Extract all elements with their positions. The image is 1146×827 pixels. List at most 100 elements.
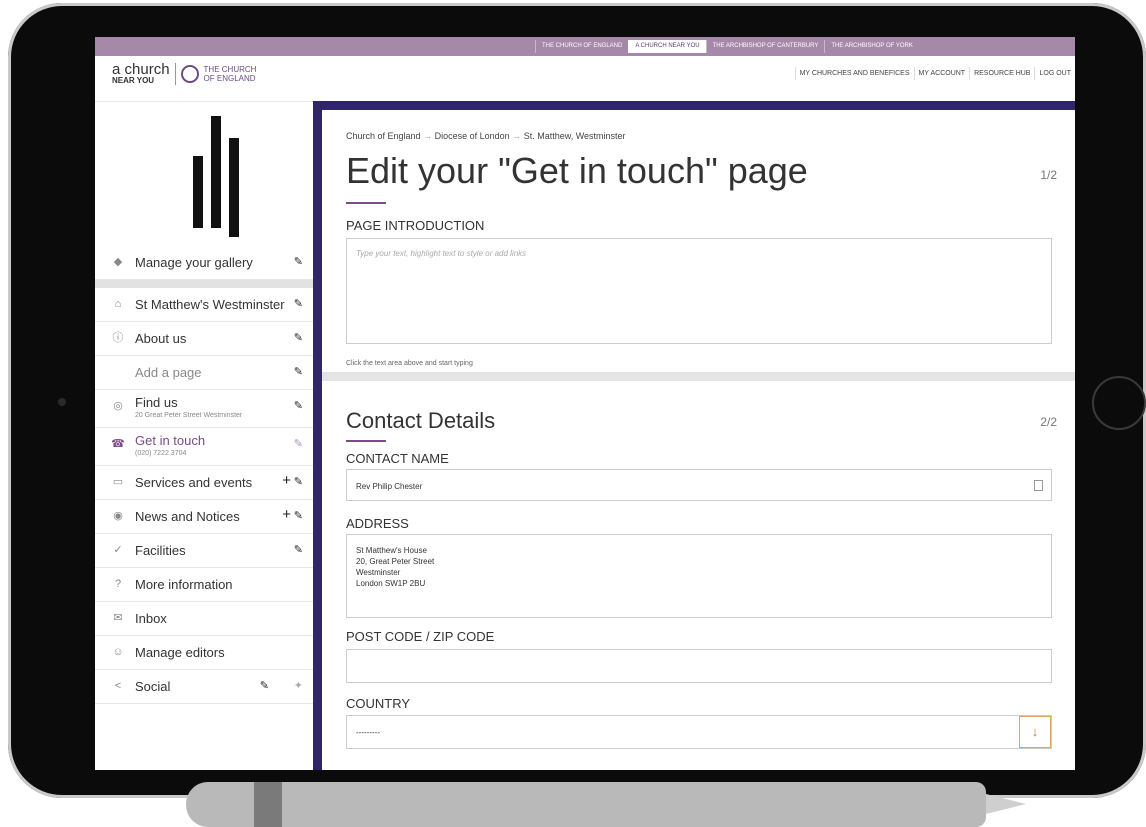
nav-log-out[interactable]: LOG OUT <box>1034 67 1075 80</box>
pencil-icon[interactable]: ✎ <box>294 255 303 268</box>
address-line: St Matthew's House <box>356 546 427 555</box>
contact-name-label: CONTACT NAME <box>346 451 449 466</box>
country-value: --------- <box>356 728 380 737</box>
contact-panel: Contact Details 2/2 CONTACT NAME Rev Phi… <box>322 381 1075 770</box>
user-circle-icon: ☺ <box>112 646 124 658</box>
breadcrumb-item[interactable]: Church of England <box>346 131 421 141</box>
twitter-icon[interactable]: ✦ <box>294 679 303 692</box>
tablet-camera <box>58 398 66 406</box>
breadcrumb: Church of England → Diocese of London → … <box>346 131 626 141</box>
site-header: a church NEAR YOU THE CHURCH OF ENGLAND MY… <box>95 56 1075 102</box>
question-icon: ? <box>114 578 122 590</box>
intro-placeholder: Type your text, highlight text to style … <box>356 249 527 258</box>
sidebar-item-label: Inbox <box>135 611 167 626</box>
sidebar-item-add-page[interactable]: Add a page ✎ <box>95 356 313 390</box>
breadcrumb-sep: → <box>423 131 433 141</box>
sidebar-item-more-info[interactable]: ? More information <box>95 568 313 602</box>
plus-icon[interactable]: + <box>282 472 291 489</box>
intro-hint: Click the text area above and start typi… <box>346 360 473 367</box>
sidebar-item-sub: (020) 7222 3704 <box>135 450 187 457</box>
breadcrumb-item[interactable]: St. Matthew, Westminster <box>524 131 626 141</box>
pencil-icon[interactable]: ✎ <box>260 679 269 692</box>
sidebar-item-social[interactable]: < Social ✎ ✦ <box>95 670 313 704</box>
section-divider <box>322 372 1075 381</box>
logo-near-you: NEAR YOU <box>112 76 155 85</box>
sidebar-item-inbox[interactable]: ✉ Inbox <box>95 602 313 636</box>
pencil-icon[interactable]: ✎ <box>294 399 303 412</box>
breadcrumb-sep: → <box>512 131 522 141</box>
sidebar-item-about[interactable]: ⓘ About us ✎ <box>95 322 313 356</box>
country-select[interactable]: --------- ↓ <box>346 715 1052 749</box>
sidebar: ◆ Manage your gallery ✎ ⌂ St Matthew's W… <box>95 102 313 770</box>
pencil-icon[interactable]: ✎ <box>294 297 303 310</box>
screen: THE CHURCH OF ENGLAND A CHURCH NEAR YOU … <box>95 37 1075 770</box>
postcode-value <box>347 650 1051 661</box>
pencil-icon[interactable]: ✎ <box>294 331 303 344</box>
sidebar-item-label: Manage your gallery <box>135 255 253 270</box>
sidebar-item-services[interactable]: ▭ Services and events + ✎ <box>95 466 313 500</box>
sidebar-item-find-us[interactable]: ◎ Find us 20 Great Peter Street Westmins… <box>95 390 313 428</box>
sidebar-item-get-in-touch[interactable]: ☎ Get in touch (020) 7222 3704 ✎ <box>95 428 313 466</box>
sidebar-item-label: St Matthew's Westminster <box>135 297 285 312</box>
site-logo[interactable]: a church NEAR YOU THE CHURCH OF ENGLAND <box>112 62 256 85</box>
envelope-icon: ✉ <box>113 612 123 624</box>
breadcrumb-item[interactable]: Diocese of London <box>435 131 510 141</box>
plus-icon[interactable]: + <box>282 506 291 523</box>
contact-card-icon <box>1034 480 1043 491</box>
user-nav: MY CHURCHES AND BENEFICES MY ACCOUNT RES… <box>794 67 1075 80</box>
contact-name-value: Rev Philip Chester <box>356 482 423 491</box>
title-underline <box>346 202 386 204</box>
contact-name-input[interactable]: Rev Philip Chester <box>346 469 1052 501</box>
nav-resource-hub[interactable]: RESOURCE HUB <box>969 67 1034 80</box>
logo-coe-line2: OF ENGLAND <box>203 73 256 83</box>
sidebar-item-label: About us <box>135 331 187 346</box>
section-title: Contact Details <box>346 408 496 433</box>
home-icon: ⌂ <box>114 298 122 310</box>
pencil-icon[interactable]: ✎ <box>294 475 303 488</box>
pencil-icon[interactable]: ✎ <box>294 543 303 556</box>
page-title: Edit your "Get in touch" page <box>346 150 808 191</box>
main-content: Church of England → Diocese of London → … <box>313 101 1075 770</box>
top-link-acny[interactable]: A CHURCH NEAR YOU <box>628 40 706 53</box>
sidebar-item-label: Find us <box>135 395 178 410</box>
nav-my-churches[interactable]: MY CHURCHES AND BENEFICES <box>794 67 914 80</box>
stylus-pencil <box>186 782 1026 827</box>
step-indicator: 2/2 <box>1040 415 1057 429</box>
top-link-canterbury[interactable]: THE ARCHBISHOP OF CANTERBURY <box>705 40 825 53</box>
sidebar-item-facilities[interactable]: ✓ Facilities ✎ <box>95 534 313 568</box>
intro-label: PAGE INTRODUCTION <box>346 218 485 233</box>
top-link-coe[interactable]: THE CHURCH OF ENGLAND <box>535 40 628 53</box>
sidebar-item-label: Get in touch <box>135 433 206 448</box>
address-label: ADDRESS <box>346 516 409 531</box>
tablet-home-button <box>1092 376 1146 430</box>
sidebar-item-label: Services and events <box>135 475 253 490</box>
broadcast-icon: ◉ <box>113 510 123 522</box>
postcode-label: POST CODE / ZIP CODE <box>346 629 495 644</box>
compass-icon: ◎ <box>113 400 123 412</box>
postcode-input[interactable] <box>346 649 1052 683</box>
gallery-scrollbar[interactable] <box>95 280 313 288</box>
sidebar-item-label: Add a page <box>135 365 202 380</box>
nav-my-account[interactable]: MY ACCOUNT <box>913 67 970 80</box>
arrow-down-icon[interactable]: ↓ <box>1019 716 1051 748</box>
diamond-arrow-icon: ◆ <box>113 256 123 268</box>
pencil-icon[interactable]: ✎ <box>294 365 303 378</box>
sidebar-item-label: More information <box>135 577 233 592</box>
check-circle-icon: ✓ <box>113 544 123 556</box>
sidebar-item-news[interactable]: ◉ News and Notices + ✎ <box>95 500 313 534</box>
sidebar-item-label: Facilities <box>135 543 186 558</box>
sidebar-item-church-home[interactable]: ⌂ St Matthew's Westminster ✎ <box>95 288 313 322</box>
address-textarea[interactable]: St Matthew's House 20, Great Peter Stree… <box>346 534 1052 618</box>
top-link-york[interactable]: THE ARCHBISHOP OF YORK <box>824 40 918 53</box>
address-line: Westminster <box>356 568 401 577</box>
sidebar-item-sub: 20 Great Peter Street Westminster <box>135 412 243 419</box>
share-icon: < <box>114 680 122 692</box>
sidebar-item-editors[interactable]: ☺ Manage editors <box>95 636 313 670</box>
intro-textarea[interactable]: Type your text, highlight text to style … <box>346 238 1052 344</box>
sidebar-item-label: Manage editors <box>135 645 225 660</box>
pencil-icon[interactable]: ✎ <box>294 509 303 522</box>
sidebar-item-label: News and Notices <box>135 509 240 524</box>
phone-icon: ☎ <box>111 438 125 450</box>
sidebar-item-gallery[interactable]: ◆ Manage your gallery ✎ <box>95 246 313 280</box>
pencil-icon[interactable]: ✎ <box>294 437 303 450</box>
